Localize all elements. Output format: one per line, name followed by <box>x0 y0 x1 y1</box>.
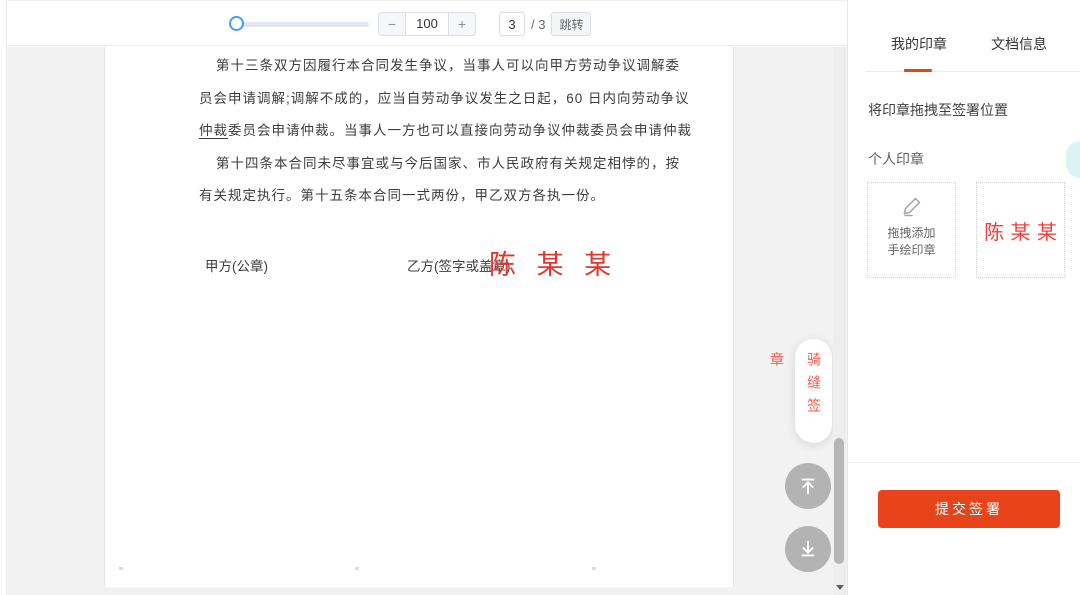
scrollbar-thumb[interactable] <box>834 438 844 564</box>
panel-collapse-handle[interactable] <box>1066 141 1080 178</box>
contract-line: 第十三条双方因履行本合同发生争议，当事人可以向甲方劳动争议调解委 <box>199 50 703 83</box>
page-total-label: / 3 <box>531 17 545 32</box>
pencil-icon <box>900 194 924 218</box>
party-b-signature-seal[interactable]: 陈 某 某 <box>489 243 617 282</box>
zoom-level-value: 100 <box>406 12 448 36</box>
jump-to-page-button[interactable]: 跳转 <box>551 12 591 36</box>
cross-page-seal-button[interactable]: 骑缝签章 <box>795 339 832 443</box>
scroll-to-bottom-button[interactable] <box>785 526 831 572</box>
seal-sidebar: 我的印章 文档信息 将印章拖拽至签署位置 个人印章 拖拽添加 手绘印章 陈 某 … <box>847 0 1080 595</box>
document-canvas: 第十三条双方因履行本合同发生争议，当事人可以向甲方劳动争议调解委 员会申请调解;… <box>7 47 847 595</box>
tab-document-info[interactable]: 文档信息 <box>991 34 1047 54</box>
contract-line: 第十四条本合同未尽事宜或与今后国家、市人民政府有关规定相悖的，按 <box>199 148 703 181</box>
seal-preview-text: 陈 某 某 <box>984 216 1057 245</box>
zoom-in-button[interactable]: + <box>448 12 476 36</box>
viewer-scrollbar[interactable] <box>833 47 846 595</box>
scroll-to-top-button[interactable] <box>785 463 831 509</box>
personal-seal-card[interactable]: 陈 某 某 <box>976 182 1065 278</box>
contract-line: 仲裁委员会申请仲裁。当事人一方也可以直接向劳动争议仲裁委员会申请仲裁 <box>199 115 703 148</box>
contract-line: 员会申请调解;调解不成的，应当自劳动争议发生之日起，60 日内向劳动争议 <box>199 83 703 116</box>
add-seal-text-line1: 拖拽添加 <box>887 225 935 242</box>
arrow-up-to-bar-icon <box>797 475 819 497</box>
page-number-input[interactable] <box>499 12 525 36</box>
party-a-label: 甲方(公章) <box>205 255 268 275</box>
zoom-slider[interactable] <box>229 16 369 32</box>
tab-my-seals[interactable]: 我的印章 <box>891 34 947 54</box>
document-viewer: − 100 + / 3 跳转 第十三条双方因履行本合同发生争议，当事人可以向甲方… <box>6 0 847 595</box>
drag-seal-hint: 将印章拖拽至签署位置 <box>868 100 1008 120</box>
add-handdrawn-seal-card[interactable]: 拖拽添加 手绘印章 <box>867 182 956 278</box>
esignature-app: { "toolbar": { "zoom_out_label": "−", "z… <box>0 0 1080 595</box>
zoom-control: − 100 + <box>378 12 476 36</box>
signature-row: 甲方(公章) 乙方(签字或盖章) 陈 某 某 <box>199 243 719 287</box>
page-navigation: / 3 跳转 <box>499 12 591 36</box>
document-page: 第十三条双方因履行本合同发生争议，当事人可以向甲方劳动争议调解委 员会申请调解;… <box>104 47 734 587</box>
arrow-down-to-bar-icon <box>797 538 819 560</box>
viewer-toolbar: − 100 + / 3 跳转 <box>7 0 847 46</box>
page-margin-mark <box>119 567 123 570</box>
tabs-divider <box>866 71 1080 72</box>
page-margin-mark <box>592 567 596 570</box>
personal-seal-section-title: 个人印章 <box>868 149 924 169</box>
zoom-out-button[interactable]: − <box>378 12 406 36</box>
add-seal-text-line2: 手绘印章 <box>887 242 935 259</box>
seal-cards: 拖拽添加 手绘印章 陈 某 某 <box>867 182 1065 278</box>
zoom-slider-handle[interactable] <box>229 16 244 31</box>
contract-text-block: 第十三条双方因履行本合同发生争议，当事人可以向甲方劳动争议调解委 员会申请调解;… <box>199 50 703 213</box>
sidebar-footer-divider <box>848 462 1080 463</box>
contract-line: 有关规定执行。第十五条本合同一式两份，甲乙双方各执一份。 <box>199 180 703 213</box>
submit-signature-button[interactable]: 提交签署 <box>878 490 1060 528</box>
page-margin-mark <box>355 567 359 570</box>
scrollbar-down-arrow-icon[interactable] <box>836 585 844 590</box>
sidebar-tabs: 我的印章 文档信息 <box>848 0 1080 72</box>
active-tab-indicator <box>904 69 932 72</box>
zoom-slider-track[interactable] <box>229 22 369 27</box>
